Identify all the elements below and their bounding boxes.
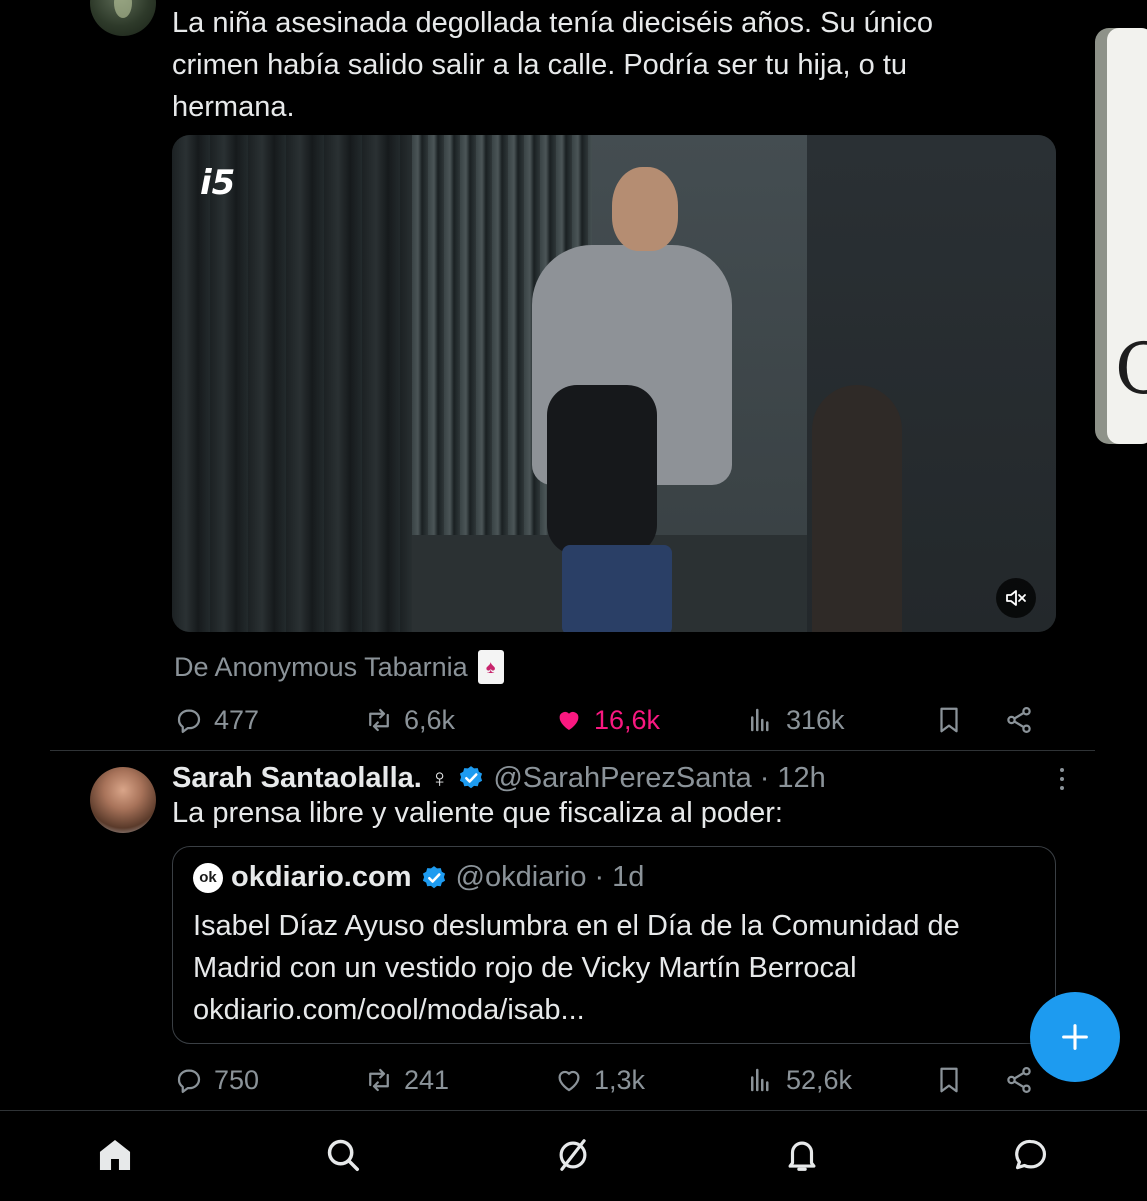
views-icon (751, 1068, 769, 1092)
bottom-navigation (0, 1110, 1147, 1201)
views-icon (751, 708, 769, 732)
nav-messages[interactable] (1011, 1135, 1051, 1175)
share-button[interactable] (1004, 700, 1034, 740)
like-button[interactable]: 16,6k (554, 700, 660, 740)
quote-header: ok okdiario.com @okdiario · 1d (193, 861, 644, 894)
views-count: 316k (786, 704, 845, 735)
quote-timestamp: 1d (612, 861, 645, 893)
views-button[interactable]: 316k (746, 700, 845, 740)
verified-icon (460, 766, 483, 789)
bookmark-icon (940, 707, 958, 733)
retweet-icon (369, 708, 389, 732)
separator-dot: · (759, 761, 770, 794)
side-card[interactable]: C (1095, 28, 1147, 444)
like-button[interactable]: 1,3k (554, 1060, 645, 1100)
plus-icon (1062, 1024, 1088, 1050)
tweet-text: La prensa libre y valiente que fiscaliza… (172, 797, 783, 829)
more-dots-icon (1060, 768, 1064, 772)
retweet-icon (369, 1068, 389, 1092)
side-card-letter: C (1115, 328, 1147, 410)
communities-icon (559, 1139, 587, 1171)
more-options-button[interactable] (1050, 764, 1074, 794)
retweet-count: 6,6k (404, 704, 456, 735)
okdiario-logo: ok (193, 862, 223, 893)
messages-icon (1015, 1139, 1047, 1170)
profile-symbol: ♀ (429, 762, 450, 793)
reply-icon (177, 1069, 201, 1093)
bookmark-button[interactable] (934, 700, 964, 740)
quoted-tweet[interactable]: ok okdiario.com @okdiario · 1d Isabel Dí… (172, 846, 1056, 1044)
share-icon (1007, 707, 1031, 733)
retweet-button[interactable]: 241 (364, 1060, 449, 1100)
heart-filled-icon (559, 711, 579, 730)
separator-dot: · (594, 861, 605, 893)
reply-count: 750 (214, 1064, 260, 1095)
joker-card-icon: ♠ (477, 650, 504, 684)
quote-text: Isabel Díaz Ayuso deslumbra en el Día de… (193, 910, 960, 1026)
tweet-header: Sarah Santaolalla. ♀ @SarahPerezSanta · … (172, 760, 826, 796)
mute-button[interactable] (996, 578, 1036, 618)
source-label: De Anonymous Tabarnia (174, 651, 468, 682)
share-icon (1007, 1067, 1031, 1093)
verified-icon (422, 865, 445, 888)
tweet-video[interactable]: i5 (172, 135, 1056, 632)
quote-display-name: okdiario.com (231, 861, 412, 893)
share-button[interactable] (1004, 1060, 1034, 1100)
reply-count: 477 (214, 704, 260, 735)
avatar[interactable] (90, 767, 156, 833)
tweet-actions: 477 6,6k 16,6k 316k (174, 700, 1044, 740)
reply-button[interactable]: 750 (174, 1060, 259, 1100)
nav-home[interactable] (95, 1135, 135, 1175)
nav-communities[interactable] (553, 1135, 593, 1175)
reply-icon (177, 709, 201, 733)
retweet-button[interactable]: 6,6k (364, 700, 455, 740)
bookmark-icon (940, 1067, 958, 1093)
mute-icon (1006, 590, 1026, 606)
tweet-actions: 750 241 1,3k 52,6k (174, 1060, 1044, 1100)
avatar[interactable] (90, 0, 156, 36)
handle[interactable]: @SarahPerezSanta (493, 762, 751, 795)
views-button[interactable]: 52,6k (746, 1060, 852, 1100)
video-source[interactable]: De Anonymous Tabarnia ♠ (174, 650, 504, 684)
heart-icon (558, 1070, 580, 1092)
channel-logo: i5 (200, 163, 236, 203)
compose-button[interactable] (1030, 992, 1120, 1082)
bookmark-button[interactable] (934, 1060, 964, 1100)
views-count: 52,6k (786, 1064, 853, 1095)
retweet-count: 241 (404, 1064, 450, 1095)
nav-search[interactable] (323, 1135, 363, 1175)
home-icon (99, 1139, 131, 1171)
nav-notifications[interactable] (782, 1135, 822, 1175)
like-count: 16,6k (594, 704, 661, 735)
tweet-text: La niña asesinada degollada tenía diecis… (172, 7, 933, 123)
quote-handle: @okdiario (455, 861, 587, 893)
notifications-icon (788, 1141, 816, 1171)
display-name[interactable]: Sarah Santaolalla. (172, 762, 422, 795)
search-icon (327, 1139, 359, 1171)
reply-button[interactable]: 477 (174, 700, 259, 740)
divider (50, 750, 1095, 751)
like-count: 1,3k (594, 1064, 646, 1095)
timestamp[interactable]: 12h (777, 762, 825, 795)
